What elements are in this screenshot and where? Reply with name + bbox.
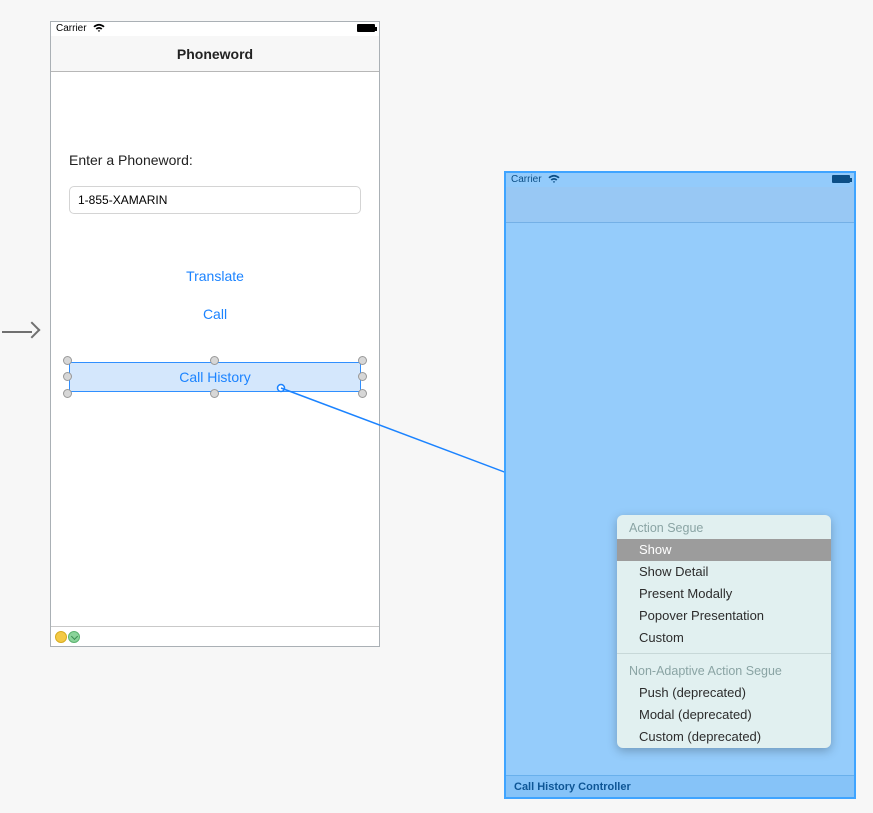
enter-phoneword-label: Enter a Phoneword: [69,152,361,168]
wifi-icon [548,174,560,189]
translate-button[interactable]: Translate [69,268,361,284]
scene-dock [51,626,379,646]
resize-handle[interactable] [210,356,219,365]
carrier-label: Carrier [56,22,87,36]
call-history-button-label: Call History [179,369,251,385]
menu-item-custom-deprecated[interactable]: Custom (deprecated) [617,726,831,748]
resize-handle[interactable] [358,389,367,398]
battery-icon [832,175,850,183]
status-bar: Carrier [51,22,379,36]
menu-item-show-detail[interactable]: Show Detail [617,561,831,583]
resize-handle[interactable] [63,356,72,365]
resize-handle[interactable] [63,389,72,398]
resize-handle[interactable] [63,372,72,381]
segue-action-menu[interactable]: Action Segue Show Show Detail Present Mo… [617,515,831,748]
call-history-button-selected[interactable]: Call History [69,362,361,392]
call-button[interactable]: Call [69,306,361,322]
first-responder-icon[interactable] [55,631,67,643]
status-bar: Carrier [506,173,854,187]
nav-bar [506,187,854,223]
menu-divider [617,653,831,654]
battery-icon [357,24,375,32]
menu-item-popover-presentation[interactable]: Popover Presentation [617,605,831,627]
carrier-label: Carrier [511,173,542,187]
wifi-icon [93,23,105,38]
menu-item-show[interactable]: Show [617,539,831,561]
exit-icon[interactable] [68,631,80,643]
menu-section-title: Non-Adaptive Action Segue [617,658,831,682]
nav-bar: Phoneword [51,36,379,72]
resize-handle[interactable] [210,389,219,398]
menu-item-present-modally[interactable]: Present Modally [617,583,831,605]
nav-title: Phoneword [177,46,253,62]
menu-section-title: Action Segue [617,515,831,539]
resize-handle[interactable] [358,372,367,381]
scene-entry-arrow [2,322,40,342]
menu-item-push-deprecated[interactable]: Push (deprecated) [617,682,831,704]
phoneword-scene[interactable]: Carrier Phoneword Enter a Phoneword: Tra… [50,21,380,647]
scene-label: Call History Controller [514,781,631,793]
phoneword-textfield[interactable] [69,186,361,214]
menu-item-modal-deprecated[interactable]: Modal (deprecated) [617,704,831,726]
menu-item-custom[interactable]: Custom [617,627,831,649]
resize-handle[interactable] [358,356,367,365]
scene-label-bar[interactable]: Call History Controller [506,775,854,797]
